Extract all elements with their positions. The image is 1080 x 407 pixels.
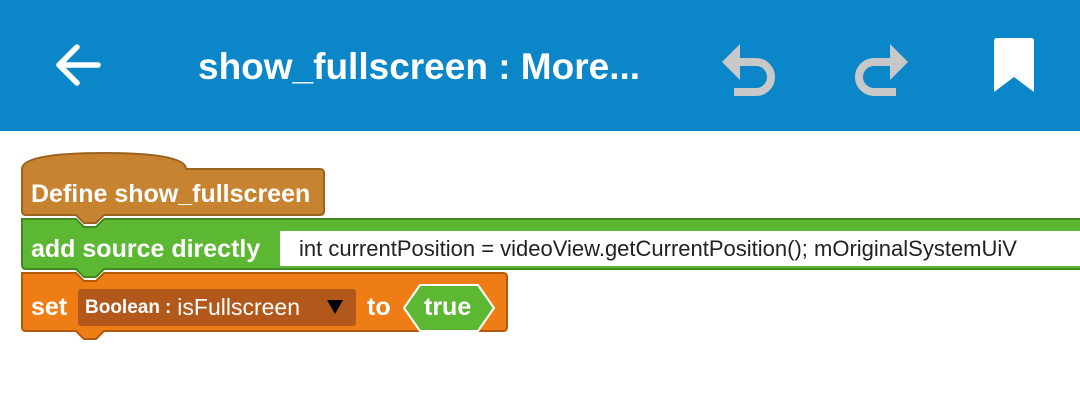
boolean-value: true (424, 293, 472, 321)
redo-icon[interactable] (848, 36, 914, 96)
back-arrow-icon[interactable] (52, 42, 102, 88)
undo-icon[interactable] (716, 36, 782, 96)
app-bar: show_fullscreen : More... (0, 0, 1080, 131)
page-title: show_fullscreen : More... (198, 46, 641, 87)
bookmark-icon[interactable] (992, 37, 1036, 95)
blocks-canvas: Define show_fullscreen add source direct… (0, 131, 1080, 407)
